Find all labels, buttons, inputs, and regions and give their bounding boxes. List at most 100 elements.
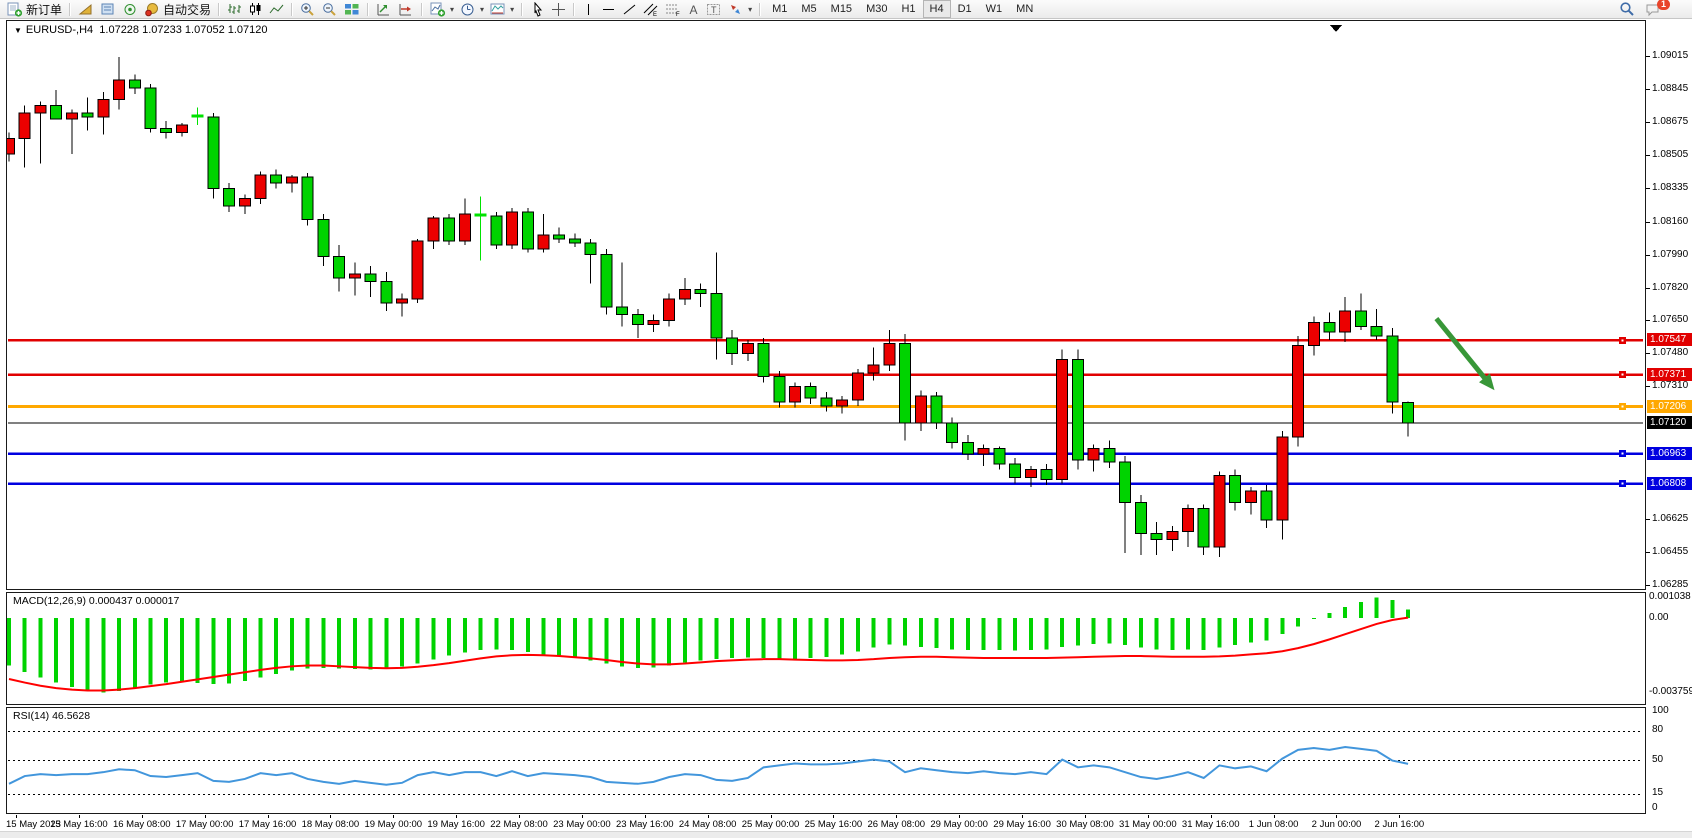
horizontal-line-button[interactable] [598, 0, 619, 18]
candle-body [349, 274, 360, 278]
trendline-button[interactable] [619, 0, 640, 18]
separator [291, 3, 293, 16]
clock-icon [460, 2, 476, 17]
candle-body [1010, 464, 1021, 478]
candle-body [35, 105, 46, 113]
macd-panel[interactable]: MACD(12,26,9) 0.000437 0.000017 [6, 592, 1646, 705]
timeframe-m5-button[interactable]: M5 [794, 0, 823, 18]
signals-button[interactable] [119, 0, 141, 18]
time-axis[interactable]: 15 May 202315 May 16:0016 May 08:0017 Ma… [6, 815, 1646, 831]
equidistant-channel-button[interactable]: E [640, 0, 662, 18]
crosshair-button[interactable] [548, 0, 569, 18]
main-chart-panel[interactable]: ▼EURUSD-,H4 1.07228 1.07233 1.07052 1.07… [6, 20, 1646, 590]
rsi-label: RSI(14) 46.5628 [13, 710, 90, 722]
rsi-panel[interactable]: RSI(14) 46.5628 [6, 707, 1646, 814]
template-button[interactable]: ▾ [487, 0, 517, 18]
new-chart-icon [430, 2, 446, 17]
fibonacci-button[interactable]: F [662, 0, 684, 18]
fibonacci-icon: F [665, 2, 681, 17]
candlestick-chart-button[interactable] [245, 0, 266, 18]
candle-body [727, 338, 738, 354]
candle-body [129, 80, 140, 88]
zoom-in-icon [300, 2, 316, 17]
cursor-button[interactable] [527, 0, 548, 18]
chart-title: ▼EURUSD-,H4 1.07228 1.07233 1.07052 1.07… [14, 24, 268, 36]
candle-body [1057, 359, 1068, 479]
tile-windows-button[interactable] [341, 0, 363, 18]
arrows-tool-button[interactable]: ▾ [725, 0, 755, 18]
chevron-down-icon: ▼ [14, 26, 22, 35]
line-chart-button[interactable] [266, 0, 287, 18]
trend-arrow[interactable] [1436, 319, 1488, 383]
auto-scroll-button[interactable] [373, 0, 395, 18]
market-watch-icon [100, 2, 116, 17]
timeframe-w1-button[interactable]: W1 [979, 0, 1010, 18]
time-axis-label: 19 May 16:00 [427, 819, 485, 830]
styler-button[interactable] [75, 0, 97, 18]
candle-body [1135, 503, 1146, 534]
price-axis[interactable] [1646, 20, 1692, 815]
candle-body [51, 105, 62, 119]
market-watch-button[interactable] [97, 0, 119, 18]
vertical-line-button[interactable] [579, 0, 598, 18]
timeframe-mn-button[interactable]: MN [1009, 0, 1040, 18]
chart-shift-button[interactable] [395, 0, 417, 18]
period-button[interactable]: ▾ [457, 0, 487, 18]
new-chart-button[interactable]: ▾ [427, 0, 457, 18]
vertical-line-icon [582, 2, 595, 17]
timeframe-d1-button[interactable]: D1 [951, 0, 979, 18]
candle-body [821, 398, 832, 406]
macd-chart[interactable] [7, 593, 1645, 704]
candle-body [491, 216, 502, 245]
horizontal-line-icon [601, 2, 616, 17]
timeframe-m15-button[interactable]: M15 [824, 0, 859, 18]
time-axis-label: 31 May 00:00 [1119, 819, 1177, 830]
rsi-chart[interactable] [7, 708, 1645, 813]
text-button[interactable]: A [684, 0, 703, 18]
timeframe-h1-button[interactable]: H1 [894, 0, 922, 18]
trendline-icon [622, 2, 637, 17]
candle-body [569, 239, 580, 243]
candle-body [381, 282, 392, 303]
candle-body [1261, 491, 1272, 520]
auto-scroll-icon [376, 2, 392, 17]
candle-body [852, 373, 863, 400]
dropdown-arrow-icon: ▾ [480, 5, 484, 14]
candle-body [1403, 402, 1414, 423]
candlestick-chart[interactable] [7, 21, 1645, 589]
timeframe-m30-button[interactable]: M30 [859, 0, 894, 18]
auto-trading-icon [144, 2, 160, 17]
timeframe-m1-button[interactable]: M1 [765, 0, 794, 18]
auto-trading-label: 自动交易 [163, 1, 211, 18]
candle-body [837, 400, 848, 406]
text-label-button[interactable]: T [703, 0, 725, 18]
auto-trading-button[interactable]: 自动交易 [141, 0, 214, 18]
candle-body [114, 80, 125, 99]
candle-body [522, 212, 533, 249]
line-handle-dot [1622, 406, 1624, 408]
search-button[interactable] [1616, 0, 1638, 18]
zoom-in-button[interactable] [297, 0, 319, 18]
candle-body [1230, 476, 1241, 503]
signals-icon [122, 2, 138, 17]
candle-body [1324, 322, 1335, 332]
candle-body [742, 344, 753, 354]
candle-body [1371, 326, 1382, 336]
search-icon [1619, 1, 1635, 17]
candle-body [774, 377, 785, 402]
svg-text:E: E [653, 12, 657, 17]
candle-body [428, 218, 439, 241]
candle-body [648, 320, 659, 324]
timeframe-h4-button[interactable]: H4 [923, 0, 951, 18]
candle-body [507, 212, 518, 245]
template-icon [490, 2, 506, 17]
candle-body [601, 255, 612, 307]
chart-shift-marker[interactable] [1330, 25, 1342, 32]
bar-chart-button[interactable] [224, 0, 245, 18]
candle-body [1355, 311, 1366, 327]
styler-icon [78, 2, 94, 17]
notifications-button[interactable]: 1 [1642, 0, 1680, 18]
line-chart-icon [269, 2, 284, 17]
zoom-out-button[interactable] [319, 0, 341, 18]
new-order-button[interactable]: 新订单 [4, 0, 65, 18]
